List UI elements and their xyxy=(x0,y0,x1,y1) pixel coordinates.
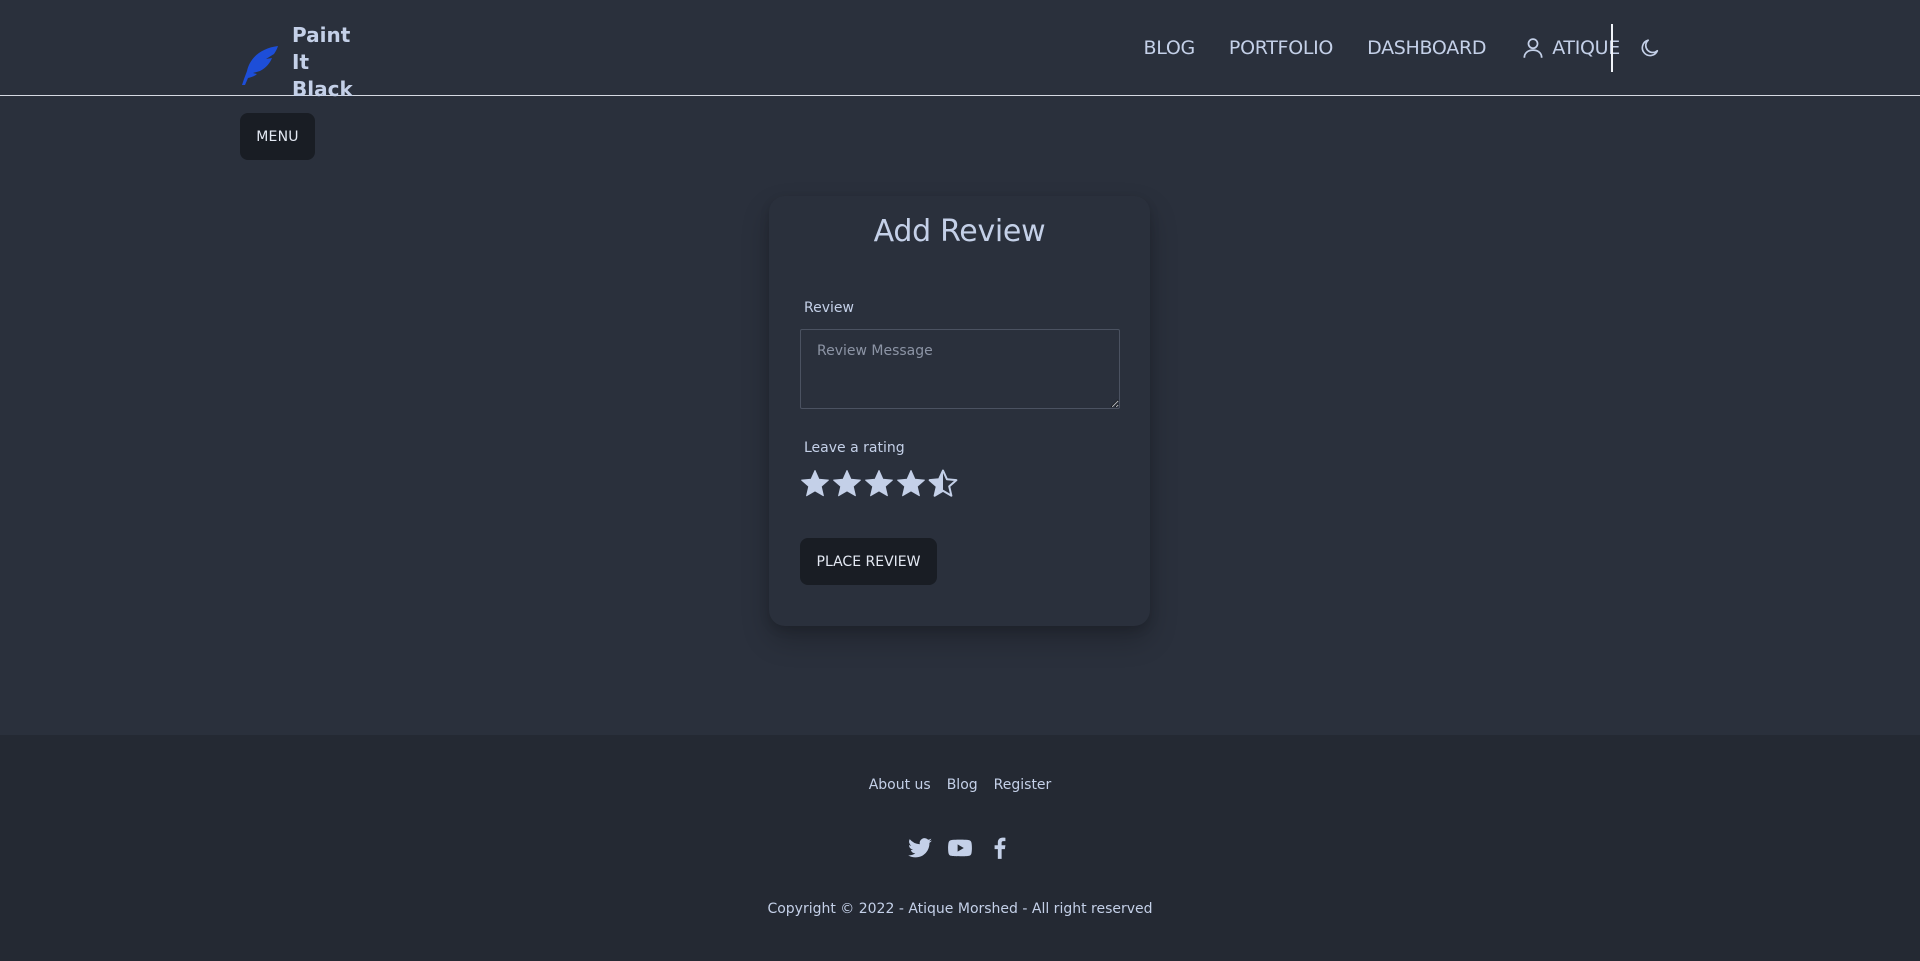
nav-links: BLOG PORTFOLIO DASHBOARD ATIQUE xyxy=(1110,0,1621,96)
nav-link-portfolio[interactable]: PORTFOLIO xyxy=(1229,37,1333,59)
footer-link-about[interactable]: About us xyxy=(869,777,931,793)
rating-star-1-full[interactable] xyxy=(799,468,831,500)
rating-star-5-half[interactable] xyxy=(927,468,959,500)
nav-link-blog[interactable]: BLOG xyxy=(1144,37,1196,59)
nav-link-dashboard[interactable]: DASHBOARD xyxy=(1367,37,1486,59)
brand-name-line2: Black xyxy=(292,77,353,101)
feather-icon xyxy=(242,45,278,85)
brand-name: Paint It Black xyxy=(292,22,372,103)
user-icon xyxy=(1523,38,1543,58)
review-card: Add Review Review Leave a rating PLACE R… xyxy=(769,196,1150,626)
navbar: Paint It Black BLOG PORTFOLIO DASHBOARD … xyxy=(0,0,1920,101)
footer-link-blog[interactable]: Blog xyxy=(947,777,978,793)
menu-button[interactable]: MENU xyxy=(240,113,315,160)
rating-star-3-full[interactable] xyxy=(863,468,895,500)
brand-name-line1: Paint It xyxy=(292,23,351,74)
nav-user-label: ATIQUE xyxy=(1552,37,1620,59)
social-links xyxy=(0,835,1920,861)
moon-icon xyxy=(1641,39,1659,57)
rating-star-4-full[interactable] xyxy=(895,468,927,500)
copyright-text: Copyright © 2022 - Atique Morshed - All … xyxy=(767,901,1153,917)
brand-link[interactable]: Paint It Black xyxy=(238,22,372,103)
footer: About us Blog Register Copyright © 2022 … xyxy=(0,735,1920,961)
nav-user-link[interactable]: ATIQUE xyxy=(1520,35,1620,61)
footer-link-register[interactable]: Register xyxy=(994,777,1052,793)
rating-star-2-full[interactable] xyxy=(831,468,863,500)
review-textarea[interactable] xyxy=(800,329,1120,409)
rating-stars xyxy=(799,468,959,500)
review-label: Review xyxy=(804,300,854,316)
twitter-icon[interactable] xyxy=(907,835,933,861)
rating-label: Leave a rating xyxy=(804,440,905,456)
facebook-icon[interactable] xyxy=(987,835,1013,861)
youtube-icon[interactable] xyxy=(947,835,973,861)
theme-toggle[interactable] xyxy=(1636,34,1664,62)
place-review-button[interactable]: PLACE REVIEW xyxy=(800,538,937,585)
page-title: Add Review xyxy=(873,214,1046,249)
nav-divider xyxy=(1611,24,1613,72)
footer-links: About us Blog Register xyxy=(0,777,1920,793)
